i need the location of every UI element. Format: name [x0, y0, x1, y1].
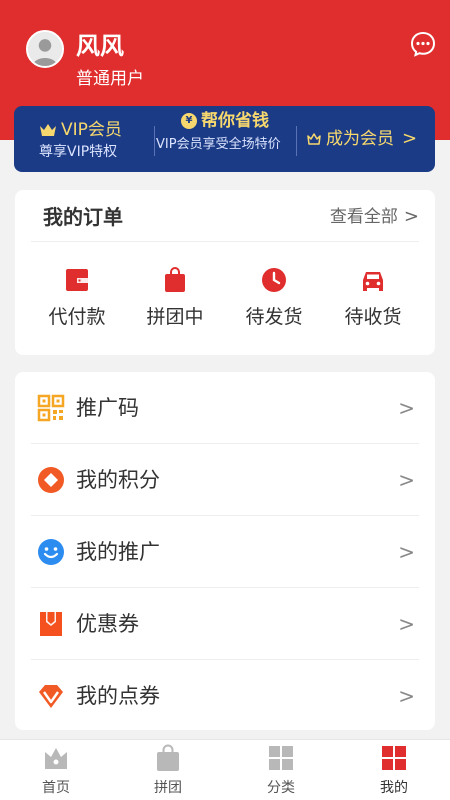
- tab-home[interactable]: 首页: [0, 744, 112, 796]
- car-icon: [363, 272, 383, 291]
- vip-savings: ¥ 帮你省钱 VIP会员享受全场特价: [156, 110, 294, 154]
- crown-icon: [40, 124, 56, 136]
- coupon-icon: [40, 612, 62, 636]
- my-orders-card: 我的订单 查看全部 > 代付款 拼团中 待发货 待收货: [15, 190, 435, 355]
- order-label: 代付款: [48, 306, 106, 328]
- username: 风风: [76, 32, 124, 60]
- menu-item-coupons[interactable]: 优惠券 >: [15, 588, 435, 660]
- order-label: 待收货: [344, 306, 402, 328]
- diamond-icon: [39, 685, 63, 708]
- menu-item-my-promotion[interactable]: 我的推广 >: [15, 516, 435, 588]
- menu-item-my-points[interactable]: 我的积分 >: [15, 444, 435, 516]
- menu-label: 推广码: [76, 396, 139, 420]
- avatar[interactable]: [26, 30, 64, 68]
- shopping-bag-icon: [165, 267, 185, 292]
- smile-icon: [38, 539, 64, 565]
- menu-label: 我的积分: [76, 468, 160, 492]
- chevron-right-icon: >: [398, 540, 415, 564]
- coin-icon: ¥: [181, 113, 197, 129]
- tab-group-buy[interactable]: 拼团: [112, 744, 224, 796]
- chevron-right-icon: >: [402, 128, 418, 149]
- chevron-right-icon: >: [398, 684, 415, 708]
- message-icon[interactable]: [409, 30, 437, 58]
- chevron-right-icon: >: [398, 612, 415, 636]
- tab-label: 首页: [42, 780, 70, 796]
- vip-save-title: 帮你省钱: [201, 111, 269, 131]
- become-member-button[interactable]: 成为会员 >: [306, 127, 417, 151]
- order-pending-payment[interactable]: 代付款: [32, 266, 122, 330]
- view-all-label: 查看全部: [329, 207, 398, 227]
- vip-save-subtitle: VIP会员享受全场特价: [156, 137, 281, 152]
- vip-info: VIP会员 尊享VIP特权: [39, 120, 122, 162]
- divider: [31, 241, 419, 242]
- order-label: 待发货: [245, 306, 303, 328]
- grid-icon: [269, 746, 293, 770]
- chevron-right-icon: >: [403, 206, 419, 227]
- tab-label: 拼团: [154, 780, 182, 796]
- vip-banner[interactable]: VIP会员 尊享VIP特权 ¥ 帮你省钱 VIP会员享受全场特价 成为会员 >: [14, 106, 435, 172]
- menu-label: 我的点券: [76, 684, 160, 708]
- bag-icon: [157, 744, 179, 771]
- profile-grid-icon: [382, 746, 406, 770]
- home-crown-icon: [45, 748, 67, 769]
- tab-mine[interactable]: 我的: [338, 744, 450, 796]
- vip-divider: [154, 126, 155, 156]
- qr-code-icon: [37, 394, 65, 422]
- order-awaiting-delivery[interactable]: 待收货: [328, 266, 418, 330]
- points-icon: [38, 467, 64, 493]
- chevron-right-icon: >: [398, 468, 415, 492]
- order-label: 拼团中: [146, 306, 204, 328]
- wallet-icon: [66, 269, 88, 291]
- order-group-buying[interactable]: 拼团中: [130, 266, 220, 330]
- menu-label: 优惠券: [76, 612, 139, 636]
- menu-item-promo-code[interactable]: 推广码 >: [15, 372, 435, 444]
- clock-icon: [262, 268, 286, 292]
- vip-save-row: ¥ 帮你省钱: [156, 110, 294, 132]
- tab-categories[interactable]: 分类: [225, 744, 337, 796]
- vip-title: VIP会员: [61, 120, 122, 140]
- user-avatar-icon: [28, 32, 62, 66]
- tab-label: 我的: [380, 780, 408, 796]
- view-all-orders-link[interactable]: 查看全部 >: [330, 204, 419, 230]
- become-member-label: 成为会员: [326, 129, 394, 149]
- vip-divider: [296, 126, 297, 156]
- tab-label: 分类: [267, 780, 295, 796]
- vip-title-row: VIP会员: [39, 120, 122, 140]
- order-awaiting-shipment[interactable]: 待发货: [229, 266, 319, 330]
- crown-outline-icon: [307, 133, 321, 145]
- menu-card: 推广码 > 我的积分 > 我的推广 > 优惠券 > 我的点券 >: [15, 372, 435, 730]
- chevron-right-icon: >: [398, 396, 415, 420]
- menu-item-my-vouchers[interactable]: 我的点券 >: [15, 660, 435, 732]
- menu-label: 我的推广: [76, 540, 160, 564]
- vip-subtitle: 尊享VIP特权: [39, 144, 118, 160]
- orders-title: 我的订单: [43, 205, 123, 229]
- bottom-tab-bar: 首页 拼团 分类 我的: [0, 739, 450, 800]
- user-level: 普通用户: [76, 69, 144, 89]
